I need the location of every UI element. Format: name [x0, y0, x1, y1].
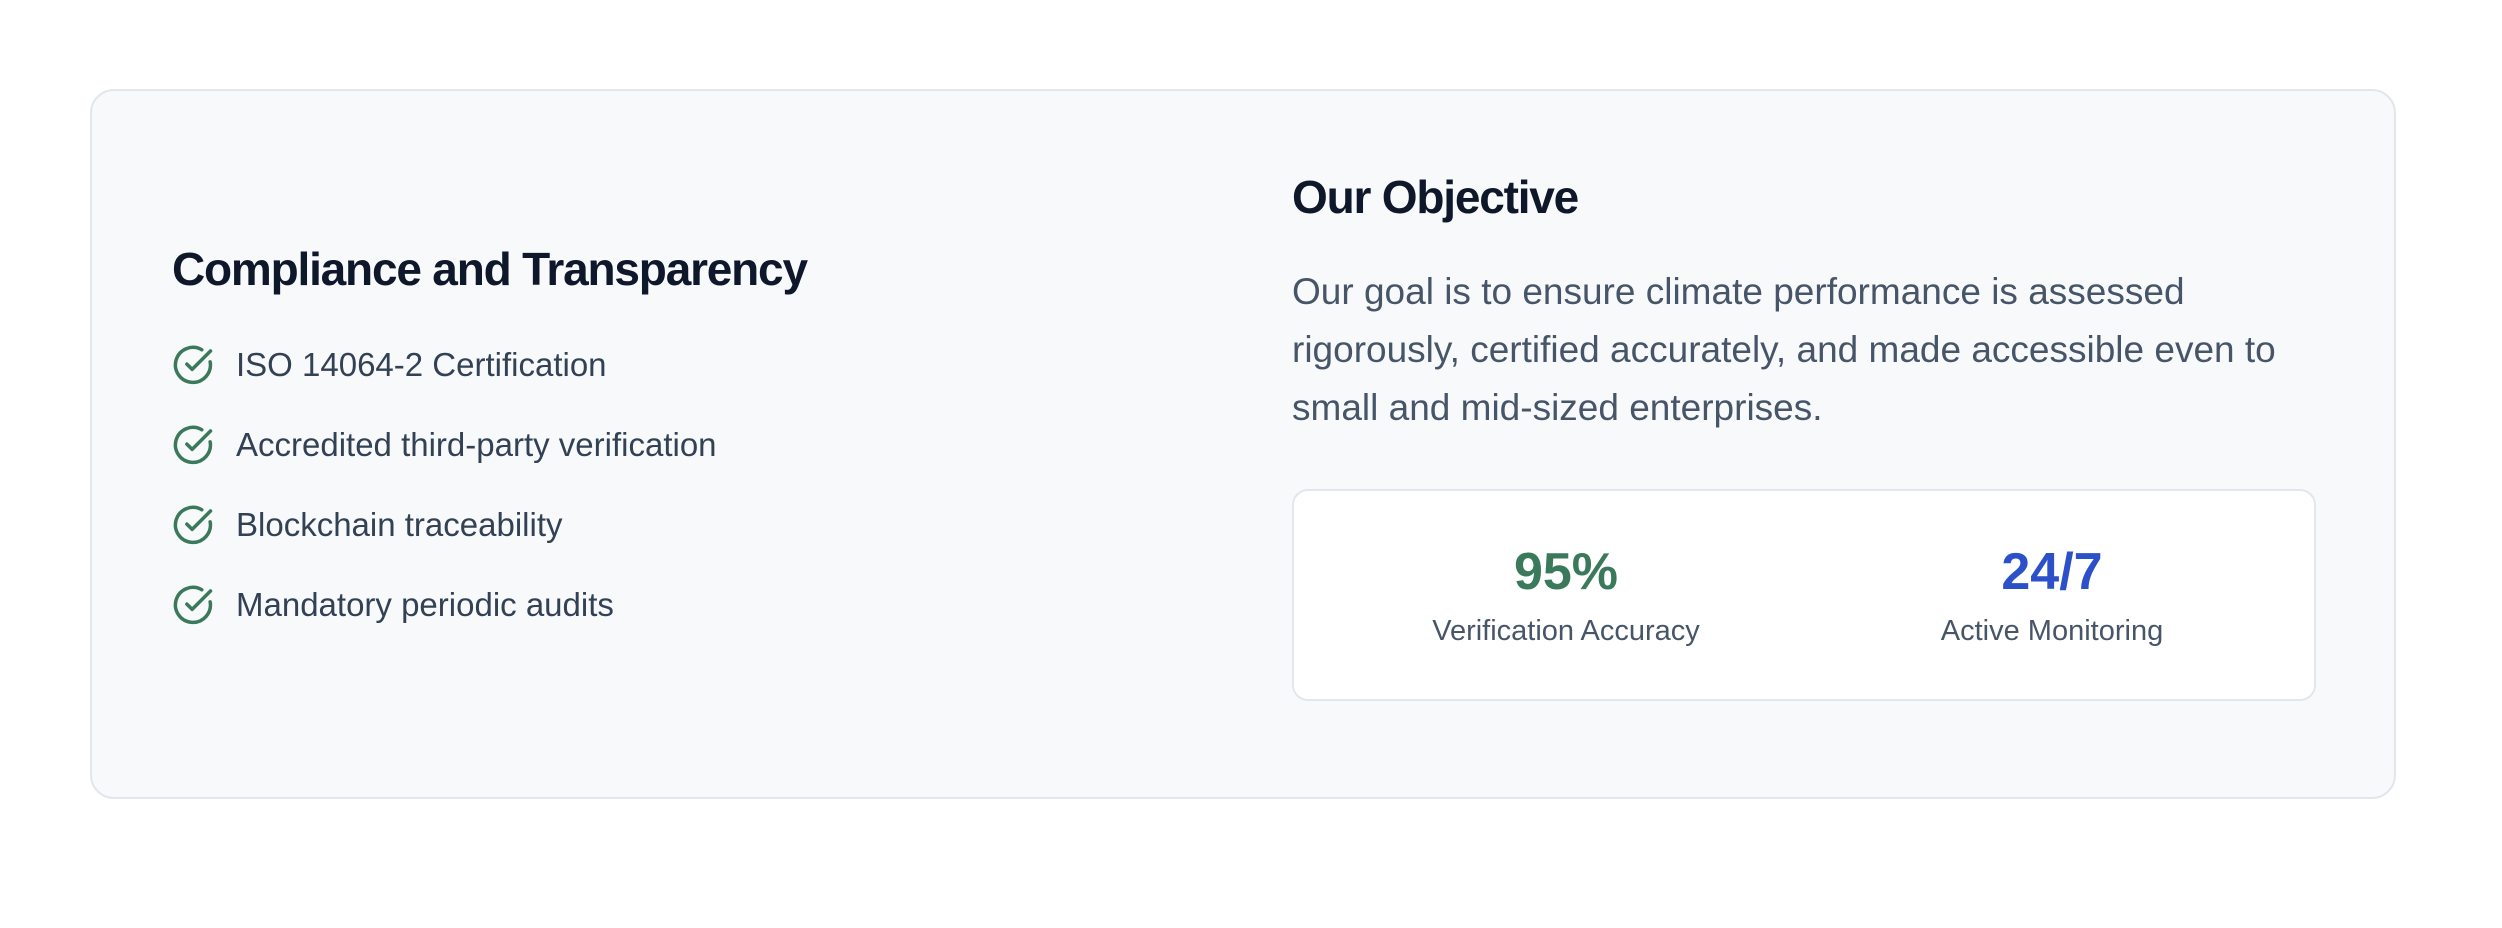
check-circle-icon: [173, 425, 213, 465]
compliance-item-label: ISO 14064-2 Certification: [236, 346, 607, 383]
check-circle-icon: [173, 585, 213, 625]
check-circle-icon: [173, 505, 213, 545]
stat-value: 95%: [1513, 543, 1619, 601]
stat-verification-accuracy: 95% Verification Accuracy: [1366, 541, 1766, 649]
compliance-section: Compliance and Transparency ISO 14064-2 …: [172, 241, 1172, 645]
check-circle-icon: [173, 345, 213, 385]
compliance-list-item: Accredited third-party verification: [172, 405, 1172, 485]
compliance-list-item: ISO 14064-2 Certification: [172, 325, 1172, 405]
compliance-item-label: Accredited third-party verification: [236, 426, 717, 463]
compliance-title: Compliance and Transparency: [172, 243, 808, 295]
objective-section: Our Objective Our goal is to ensure clim…: [1292, 169, 2316, 701]
compliance-list-item: Blockchain traceability: [172, 485, 1172, 565]
compliance-item-label: Blockchain traceability: [236, 506, 563, 543]
stat-active-monitoring: 24/7 Active Monitoring: [1852, 541, 2252, 649]
stats-card: 95% Verification Accuracy 24/7 Active Mo…: [1292, 489, 2316, 701]
compliance-objective-panel: Compliance and Transparency ISO 14064-2 …: [90, 89, 2396, 799]
stat-caption: Verification Accuracy: [1432, 615, 1700, 647]
compliance-item-label: Mandatory periodic audits: [236, 586, 614, 623]
compliance-list: ISO 14064-2 Certification Accredited thi…: [172, 325, 1172, 645]
objective-description: Our goal is to ensure climate performanc…: [1292, 271, 2276, 428]
objective-title: Our Objective: [1292, 171, 1579, 223]
stat-caption: Active Monitoring: [1940, 615, 2164, 647]
compliance-list-item: Mandatory periodic audits: [172, 565, 1172, 645]
stat-value: 24/7: [2001, 543, 2103, 601]
